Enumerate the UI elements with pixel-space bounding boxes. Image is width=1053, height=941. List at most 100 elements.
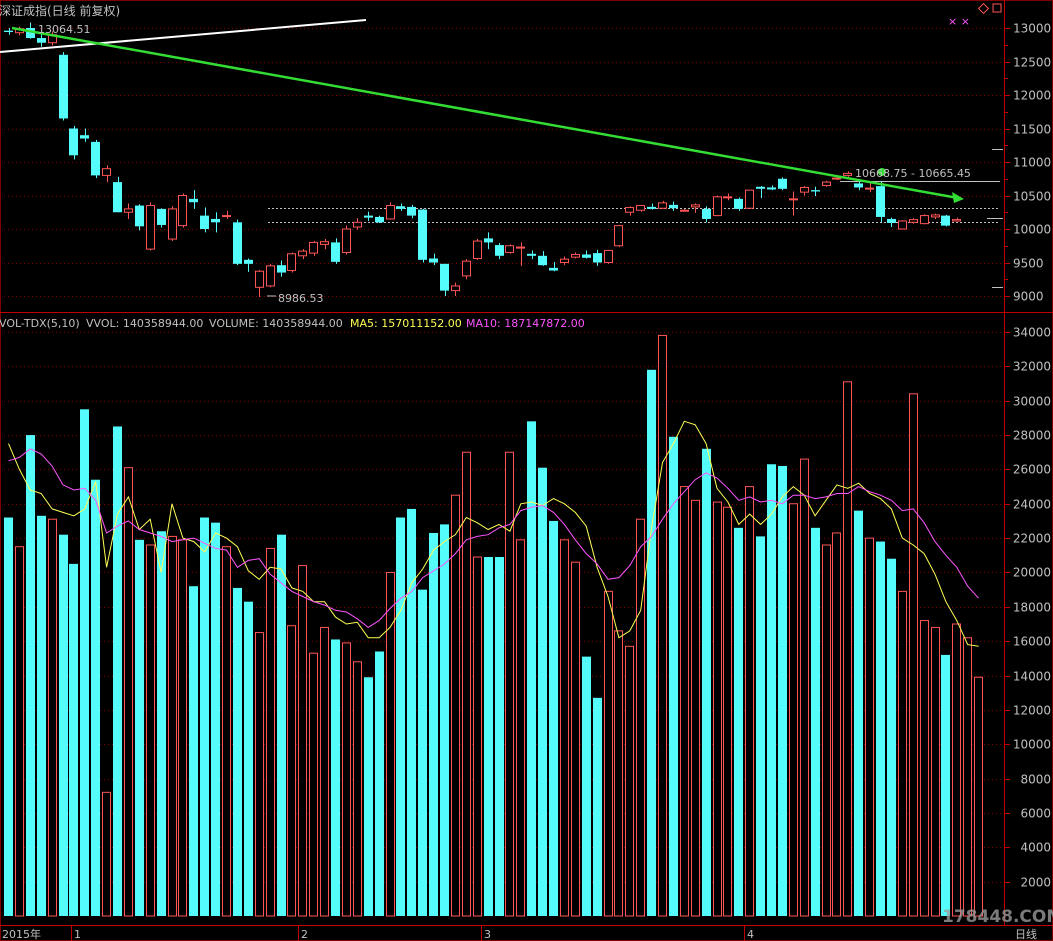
candle-body: [931, 214, 940, 218]
volume-bar: [168, 535, 177, 917]
vvol-value: VVOL: 140358944.00: [86, 317, 203, 330]
candle-body: [625, 207, 634, 213]
volume-bar: [255, 632, 264, 917]
volume-bar: [702, 448, 711, 916]
volume-bar: [287, 625, 296, 917]
candle-body: [222, 215, 231, 218]
x-label-m1: 1: [74, 928, 81, 941]
volume-bar: [69, 563, 78, 916]
volume-tick-label: 10000: [1013, 738, 1051, 752]
candle-body: [407, 206, 416, 216]
chart-title: 深证成指(日线 前复权): [0, 3, 120, 18]
volume-bar: [647, 369, 656, 917]
volume-bar: [331, 639, 340, 916]
volume-bar: [59, 534, 68, 916]
volume-bar: [80, 409, 89, 916]
volume-bar: [353, 661, 362, 917]
candle-body: [516, 246, 525, 249]
candle-body: [691, 204, 700, 208]
candle-body: [80, 135, 89, 139]
volume-bar: [920, 620, 929, 917]
candle-body: [941, 215, 950, 226]
volume-bar: [407, 508, 416, 916]
volume-bar: [538, 467, 547, 916]
candle-body: [582, 254, 591, 258]
volume-bar: [854, 510, 863, 916]
volume-bar: [37, 515, 46, 916]
volume-tick-label: 28000: [1013, 429, 1051, 443]
volume-bar: [800, 458, 809, 917]
volume-bar: [189, 586, 198, 916]
volume-bar: [604, 590, 613, 917]
candle-body: [745, 189, 754, 209]
volume-tick-label: 4000: [1020, 841, 1051, 855]
corner-square-icon[interactable]: [992, 3, 1002, 13]
marker-icons[interactable]: × ×: [948, 15, 970, 28]
volume-bar: [516, 539, 525, 917]
price-tick-label: 10000: [1013, 223, 1051, 237]
price-tick-label: 13000: [1013, 22, 1051, 36]
candle-body: [277, 265, 286, 273]
volume-bar: [375, 651, 384, 916]
candle-body: [571, 253, 580, 258]
volume-tick-label: 26000: [1013, 463, 1051, 477]
low-price-label: 8986.53: [278, 292, 324, 305]
volume-bar: [157, 531, 166, 916]
candle-body: [713, 196, 722, 217]
candle-body: [822, 181, 831, 186]
volume-axis-ticks: 2000 4000 6000 8000 10000 12000 14000 16000 1800…: [1004, 326, 1051, 890]
candle-body: [102, 168, 111, 176]
green-trendline[interactable]: [11, 26, 959, 200]
candle-body: [832, 177, 841, 180]
candle-body: [364, 215, 373, 218]
candle-body: [647, 206, 656, 209]
indicator-name: VOL-TDX(5,10): [0, 317, 80, 330]
volume-bars: [4, 334, 983, 917]
volume-bar: [713, 501, 722, 917]
volume-bar: [636, 518, 645, 917]
volume-bar: [451, 494, 460, 917]
candle-body: [331, 242, 340, 262]
volume-tick-label: 24000: [1013, 498, 1051, 512]
volume-bar: [48, 518, 57, 917]
volume-bar: [396, 517, 405, 916]
volume-bar: [102, 791, 111, 917]
candle-body: [723, 196, 732, 199]
candle-body: [560, 258, 569, 263]
volume-bar: [244, 601, 253, 916]
volume-tick-label: 34000: [1013, 326, 1051, 340]
candle-body: [386, 205, 395, 220]
x-label-m4: 4: [747, 928, 754, 941]
volume-bar: [931, 626, 940, 917]
volume-bar: [222, 546, 231, 917]
volume-bar: [91, 479, 100, 916]
candle-body: [211, 218, 220, 223]
candle-body: [865, 187, 874, 190]
candle-body: [952, 219, 961, 222]
candle-body: [811, 190, 820, 192]
high-price-label: 13064.51: [38, 23, 91, 36]
volume-header: VOL-TDX(5,10) VVOL: 140358944.00 VOLUME:…: [0, 317, 585, 330]
volume-bar: [4, 517, 13, 916]
candle-body: [233, 222, 242, 264]
price-tick-label: 9500: [1013, 257, 1044, 271]
candle-body: [255, 270, 264, 288]
volume-bar: [342, 642, 351, 917]
volume-bar: [756, 536, 765, 916]
candle-body: [418, 209, 427, 260]
volume-bar: [473, 556, 482, 917]
volume-tick-label: 18000: [1013, 601, 1051, 615]
candle-body: [189, 198, 198, 203]
volume-bar: [233, 587, 242, 916]
candle-body: [527, 253, 536, 256]
volume-bar: [865, 537, 874, 917]
volume-bar: [277, 534, 286, 916]
volume-bar: [440, 524, 449, 916]
candle-body: [451, 285, 460, 292]
stock-chart[interactable]: 9000950010000105001100011500120001250013…: [0, 0, 1053, 941]
volume-bar: [549, 520, 558, 916]
diamond-icon[interactable]: [977, 2, 990, 15]
volume-bar: [723, 506, 732, 917]
candlestick-series: [4, 22, 961, 297]
watermark: 178448.COM: [942, 907, 1053, 927]
